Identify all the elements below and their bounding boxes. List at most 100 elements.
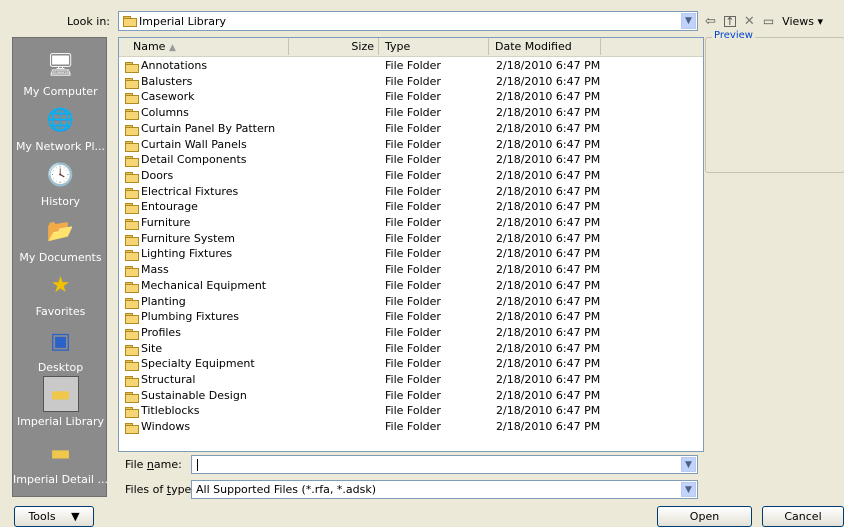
file-row[interactable]: Curtain Panel By Pattern File Folder 2/18/… xyxy=(119,121,703,137)
chevron-down-icon[interactable]: ▼ xyxy=(681,482,696,497)
file-date: 2/18/2010 6:47 PM xyxy=(496,90,601,104)
file-type: File Folder xyxy=(385,168,441,182)
file-row[interactable]: Annotations File Folder 2/18/2010 6:47 PM xyxy=(119,58,703,74)
cancel-button[interactable]: Cancel xyxy=(762,506,844,527)
place-desktop[interactable]: ▣ Desktop xyxy=(13,324,108,375)
file-row[interactable]: Profiles File Folder 2/18/2010 6:47 PM xyxy=(119,325,703,341)
file-type: File Folder xyxy=(385,278,441,292)
file-name: Furniture System xyxy=(141,231,235,245)
file-date: 2/18/2010 6:47 PM xyxy=(496,325,601,339)
file-name: Structural xyxy=(141,373,196,386)
text-caret xyxy=(197,459,198,471)
file-date: 2/18/2010 6:47 PM xyxy=(496,294,601,308)
file-date: 2/18/2010 6:47 PM xyxy=(496,373,601,386)
dialog-toolbar: ⇦ ↑ ✕ ▭ Views ▾ xyxy=(705,11,844,31)
file-name: Doors xyxy=(141,168,174,182)
file-row[interactable]: Detail Components File Folder 2/18/2010 6:… xyxy=(119,152,703,168)
file-type: File Folder xyxy=(385,388,441,402)
file-list[interactable]: Name ▲ Size Type Date Modified Annotatio… xyxy=(118,37,704,452)
place-label: Imperial Detail ... xyxy=(13,473,108,486)
file-type: File Folder xyxy=(385,106,441,120)
file-row[interactable]: Windows File Folder 2/18/2010 6:47 PM xyxy=(119,419,703,435)
place-my-computer[interactable]: 🖥 My Computer xyxy=(13,48,108,99)
file-date: 2/18/2010 6:47 PM xyxy=(496,231,601,245)
file-row[interactable]: Doors File Folder 2/18/2010 6:47 PM xyxy=(119,168,703,184)
column-header-type[interactable]: Type xyxy=(379,38,489,55)
file-name: Sustainable Design xyxy=(141,388,247,402)
folder-icon: ▬ xyxy=(50,440,71,466)
file-type-value: All Supported Files (*.rfa, *.adsk) xyxy=(196,483,377,496)
file-date: 2/18/2010 6:47 PM xyxy=(496,200,601,214)
place-label: My Computer xyxy=(23,85,98,98)
file-name: Lighting Fixtures xyxy=(141,247,233,261)
column-header-name[interactable]: Name ▲ xyxy=(119,38,289,55)
file-date: 2/18/2010 6:47 PM xyxy=(496,341,601,355)
chevron-down-icon: ▼ xyxy=(71,510,80,523)
file-row[interactable]: Casework File Folder 2/18/2010 6:47 PM xyxy=(119,89,703,105)
place-my-network[interactable]: 🌐 My Network Pl... xyxy=(13,103,108,154)
file-row[interactable]: Columns File Folder 2/18/2010 6:47 PM xyxy=(119,105,703,121)
file-name: Curtain Wall Panels xyxy=(141,137,247,151)
lookin-combo[interactable]: Imperial Library ▼ xyxy=(118,11,698,31)
file-type-select[interactable]: All Supported Files (*.rfa, *.adsk) ▼ xyxy=(191,480,698,499)
file-date: 2/18/2010 6:47 PM xyxy=(496,310,601,324)
place-history[interactable]: 🕓 History xyxy=(13,158,108,209)
file-row[interactable]: Sustainable Design File Folder 2/18/2010 6… xyxy=(119,388,703,404)
file-type: File Folder xyxy=(385,216,441,229)
file-row[interactable]: Furniture File Folder 2/18/2010 6:47 PM xyxy=(119,215,703,231)
file-row[interactable]: Furniture System File Folder 2/18/2010 6:4… xyxy=(119,231,703,247)
preview-label: Preview xyxy=(712,30,755,41)
open-button[interactable]: Open xyxy=(657,506,752,527)
file-row[interactable]: Titleblocks File Folder 2/18/2010 6:47 PM xyxy=(119,403,703,419)
file-row[interactable]: Balusters File Folder 2/18/2010 6:47 PM xyxy=(119,74,703,90)
place-label: My Network Pl... xyxy=(15,140,106,153)
file-type: File Folder xyxy=(385,294,441,308)
file-type: File Folder xyxy=(385,310,441,324)
file-date: 2/18/2010 6:47 PM xyxy=(496,404,601,418)
file-row[interactable]: Plumbing Fixtures File Folder 2/18/2010 6:… xyxy=(119,309,703,325)
place-favorites[interactable]: ★ Favorites xyxy=(13,268,108,319)
place-imperial-detail[interactable]: ▬ Imperial Detail ... xyxy=(13,436,108,487)
file-name: Curtain Panel By Pattern xyxy=(141,121,276,135)
file-row[interactable]: Specialty Equipment File Folder 2/18/2010 … xyxy=(119,356,703,372)
file-date: 2/18/2010 6:47 PM xyxy=(496,74,601,88)
place-imperial-library[interactable]: ▬ Imperial Library xyxy=(13,376,108,428)
file-type: File Folder xyxy=(385,137,441,151)
chevron-down-icon[interactable]: ▼ xyxy=(681,13,696,29)
file-date: 2/18/2010 6:47 PM xyxy=(496,168,601,182)
chevron-down-icon[interactable]: ▼ xyxy=(681,457,696,472)
file-row[interactable]: Lighting Fixtures File Folder 2/18/2010 6:… xyxy=(119,246,703,262)
file-type: File Folder xyxy=(385,357,441,371)
file-name-input[interactable]: ▼ xyxy=(191,455,698,474)
file-row[interactable]: Structural File Folder 2/18/2010 6:47 PM xyxy=(119,372,703,388)
delete-icon[interactable]: ✕ xyxy=(744,14,755,29)
place-label: History xyxy=(40,195,81,208)
file-name: Balusters xyxy=(141,74,193,88)
file-name: Planting xyxy=(141,294,186,308)
new-folder-icon[interactable]: ▭ xyxy=(763,14,774,28)
back-icon[interactable]: ⇦ xyxy=(705,14,716,29)
file-name: Furniture xyxy=(141,216,191,229)
views-label: Views xyxy=(782,14,814,28)
file-row[interactable]: Mechanical Equipment File Folder 2/18/2010… xyxy=(119,278,703,294)
file-type: File Folder xyxy=(385,341,441,355)
file-row[interactable]: Electrical Fixtures File Folder 2/18/2010 … xyxy=(119,184,703,200)
place-my-documents[interactable]: 📂 My Documents xyxy=(13,214,108,265)
file-date: 2/18/2010 6:47 PM xyxy=(496,106,601,120)
file-row[interactable]: Mass File Folder 2/18/2010 6:47 PM xyxy=(119,262,703,278)
file-row[interactable]: Curtain Wall Panels File Folder 2/18/2010 … xyxy=(119,137,703,153)
file-row[interactable]: Entourage File Folder 2/18/2010 6:47 PM xyxy=(119,199,703,215)
file-name: Mass xyxy=(141,263,169,277)
file-name: Entourage xyxy=(141,200,198,214)
column-header-date[interactable]: Date Modified xyxy=(489,38,601,55)
column-header-size[interactable]: Size xyxy=(289,38,379,55)
place-label: Favorites xyxy=(35,305,86,318)
file-type: File Folder xyxy=(385,263,441,277)
file-row[interactable]: Site File Folder 2/18/2010 6:47 PM xyxy=(119,341,703,357)
tools-button[interactable]: Tools ▼ xyxy=(14,506,94,527)
file-type: File Folder xyxy=(385,184,441,198)
up-folder-icon[interactable]: ↑ xyxy=(723,15,736,27)
place-label: Imperial Library xyxy=(16,415,105,428)
file-row[interactable]: Planting File Folder 2/18/2010 6:47 PM xyxy=(119,294,703,310)
views-button[interactable]: Views ▾ xyxy=(782,15,823,28)
